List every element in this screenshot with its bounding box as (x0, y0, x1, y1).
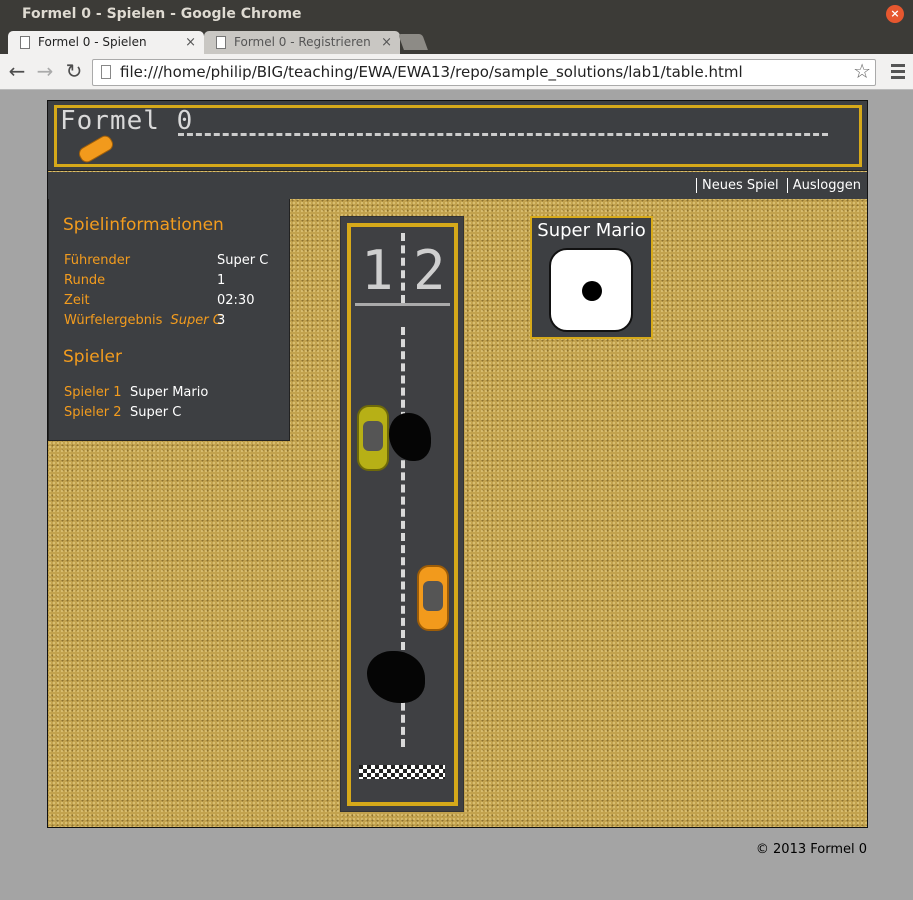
page-icon (101, 65, 111, 79)
dice-panel: Super Mario (530, 216, 653, 339)
info-label: Führender (64, 253, 131, 268)
sidebar: Spielinformationen Führender Super C Run… (48, 199, 290, 441)
start-line (355, 303, 450, 306)
player-row: Spieler 1 Super Mario (64, 385, 284, 400)
info-title: Spielinformationen (63, 215, 224, 235)
players-title: Spieler (63, 347, 122, 367)
car-yellow-icon (357, 405, 389, 471)
die-pip (582, 281, 602, 301)
url-text: file:///home/philip/BIG/teaching/EWA/EWA… (120, 63, 743, 81)
dice-player-name: Super Mario (537, 220, 646, 241)
info-value: 1 (217, 273, 226, 288)
info-row-leader: Führender Super C (64, 253, 284, 268)
address-bar[interactable]: file:///home/philip/BIG/teaching/EWA/EWA… (92, 59, 876, 86)
bookmark-star-icon[interactable]: ☆ (853, 59, 871, 84)
info-label: Zeit (64, 293, 90, 308)
tab-spielen[interactable]: Formel 0 - Spielen × (8, 31, 204, 54)
tab-close-icon[interactable]: × (185, 31, 196, 54)
info-row-dice: Würfelergebnis Super C 3 (64, 313, 284, 328)
info-dice-player: Super C (170, 313, 222, 328)
info-label: Würfelergebnis (64, 313, 163, 328)
road-line (178, 133, 828, 136)
lane-number-2: 2 (413, 239, 446, 302)
new-game-link[interactable]: Neues Spiel (696, 178, 779, 193)
die-icon[interactable] (549, 248, 633, 332)
player-row: Spieler 2 Super C (64, 405, 284, 420)
finish-line (359, 765, 445, 779)
window-title-text: Formel 0 - Spielen - Google Chrome (22, 6, 302, 22)
car-orange-icon (417, 565, 449, 631)
info-value: Super C (217, 253, 269, 268)
page-icon (20, 36, 30, 49)
tab-label: Formel 0 - Spielen (38, 35, 147, 49)
menu-icon[interactable] (891, 64, 905, 82)
tab-label: Formel 0 - Registrieren (234, 35, 371, 49)
info-label: Runde (64, 273, 106, 288)
lane-divider (401, 233, 405, 303)
window-close-button[interactable]: × (886, 5, 904, 23)
info-row-round: Runde 1 (64, 273, 284, 288)
tab-strip: Formel 0 - Spielen × Formel 0 - Registri… (0, 28, 913, 54)
window-title: Formel 0 - Spielen - Google Chrome (0, 0, 913, 28)
player-label: Spieler 1 (64, 385, 122, 400)
logout-link[interactable]: Ausloggen (786, 178, 861, 193)
back-icon[interactable]: ← (5, 59, 29, 83)
footer: © 2013 Formel 0 (755, 842, 867, 857)
player-name: Super C (130, 405, 182, 420)
race-track: 1 2 (340, 216, 464, 812)
player-name: Super Mario (130, 385, 209, 400)
nav-bar: Neues Spiel Ausloggen (48, 172, 867, 199)
tab-registrieren[interactable]: Formel 0 - Registrieren × (204, 31, 400, 54)
player-label: Spieler 2 (64, 405, 122, 420)
info-value: 02:30 (217, 293, 255, 308)
banner: Formel 0 (48, 101, 867, 171)
browser-toolbar: ← → ↻ file:///home/philip/BIG/teaching/E… (0, 54, 913, 90)
lane-number-1: 1 (361, 239, 394, 302)
reload-icon[interactable]: ↻ (62, 59, 86, 83)
info-row-time: Zeit 02:30 (64, 293, 284, 308)
page-content: Formel 0 Neues Spiel Ausloggen Spielinfo… (47, 100, 868, 828)
tab-close-icon[interactable]: × (381, 31, 392, 54)
info-value: 3 (217, 313, 226, 328)
logo: Formel 0 (60, 106, 194, 136)
forward-icon[interactable]: → (33, 59, 57, 83)
page-icon (216, 36, 226, 49)
